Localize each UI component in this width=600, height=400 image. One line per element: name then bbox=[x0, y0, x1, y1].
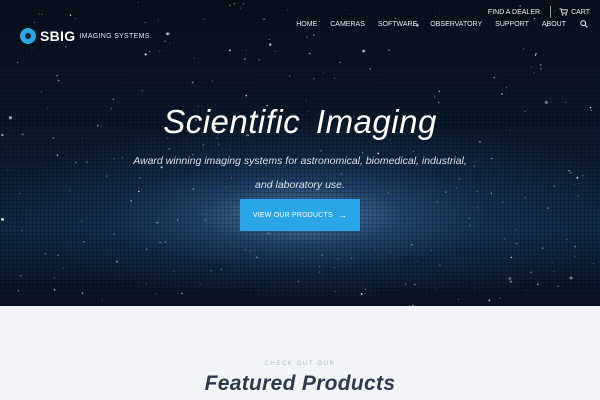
cart-link[interactable]: CART bbox=[559, 8, 590, 16]
featured-title: Featured Products bbox=[204, 372, 396, 395]
hero-tagline: Award winning imaging systems for astron… bbox=[133, 155, 467, 191]
brand-name: SBIG bbox=[40, 28, 76, 44]
search-button[interactable] bbox=[580, 20, 588, 28]
hero-headline: Scientific Imaging bbox=[163, 103, 437, 140]
featured-eyebrow: CHECK OUT OUR bbox=[264, 361, 336, 367]
find-dealer-link[interactable]: FIND A DEALER bbox=[488, 9, 550, 16]
nav-item-home[interactable]: HOME bbox=[296, 21, 317, 28]
cart-icon bbox=[559, 8, 569, 16]
utility-divider bbox=[550, 6, 552, 18]
nav-item-observatory[interactable]: OBSERVATORY bbox=[430, 21, 482, 28]
view-products-button[interactable]: VIEW OUR PRODUCTS → bbox=[240, 199, 360, 231]
hero-section: SBIG IMAGING SYSTEMS FIND A DEALER CART … bbox=[0, 0, 600, 306]
featured-section: CHECK OUT OUR Featured Products bbox=[0, 306, 600, 400]
search-icon bbox=[580, 20, 588, 28]
brand-logo[interactable]: SBIG IMAGING SYSTEMS bbox=[20, 28, 150, 44]
nav-item-support[interactable]: SUPPORT bbox=[495, 21, 529, 28]
nav-item-software[interactable]: SOFTWARE bbox=[378, 21, 417, 28]
nav-item-cameras[interactable]: CAMERAS bbox=[330, 21, 365, 28]
logo-mark-icon bbox=[20, 28, 36, 44]
cart-label: CART bbox=[571, 8, 590, 16]
main-nav: HOME CAMERAS SOFTWARE OBSERVATORY SUPPOR… bbox=[283, 20, 588, 28]
arrow-right-icon: → bbox=[337, 210, 348, 220]
brand-subtitle: IMAGING SYSTEMS bbox=[79, 32, 150, 40]
nav-item-about[interactable]: ABOUT bbox=[542, 21, 566, 28]
view-products-label: VIEW OUR PRODUCTS bbox=[252, 211, 333, 219]
utility-nav: FIND A DEALER CART bbox=[488, 6, 590, 18]
